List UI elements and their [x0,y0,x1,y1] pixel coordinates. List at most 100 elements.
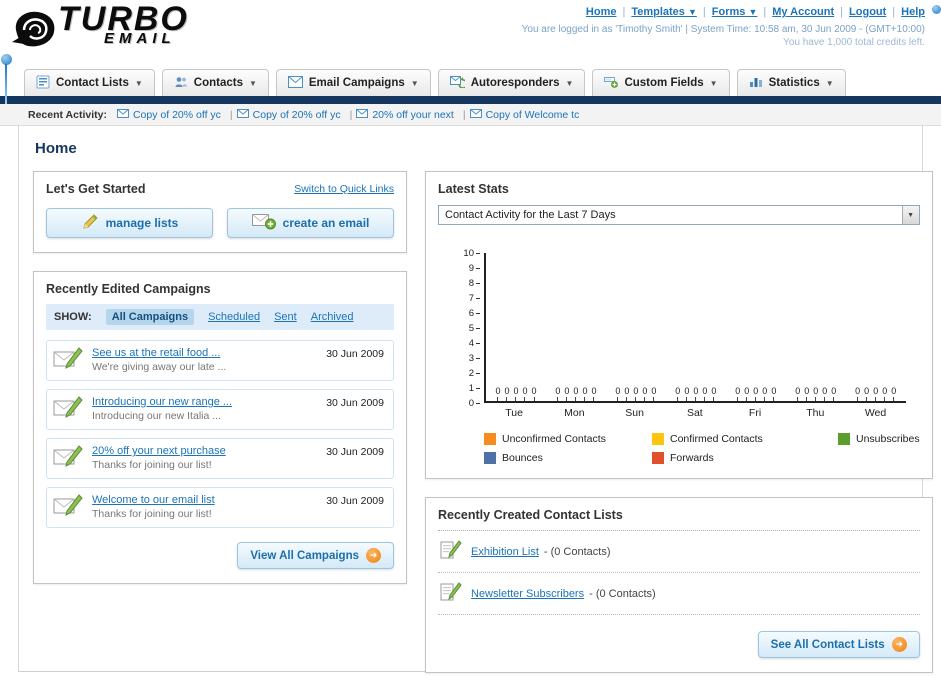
recent-activity-label: Recent Activity: [28,108,107,121]
nav-divider-bar [0,96,941,104]
contact-list-item[interactable]: Exhibition List - (0 Contacts) [438,531,920,573]
envelope-icon [356,108,369,121]
campaign-row[interactable]: 20% off your next purchase Thanks for jo… [46,438,394,479]
campaign-row[interactable]: Introducing our new range ... Introducin… [46,389,394,430]
chart-value: 0 [582,386,587,401]
recent-activity-item[interactable]: 20% off your next [356,108,465,121]
y-tick-label: 9 [469,263,480,274]
link-templates[interactable]: Templates ▼ [616,6,697,18]
legend-confirmed-contacts: Confirmed Contacts [652,433,838,445]
y-tick-label: 0 [469,398,480,409]
list-edit-icon [440,581,462,606]
link-my-account[interactable]: My Account [757,6,834,18]
envelope-plus-icon [251,213,276,233]
campaign-edit-icon [53,396,83,423]
chart-value: 0 [771,386,776,401]
create-email-button[interactable]: create an email [227,208,394,238]
chart-value: 0 [615,386,620,401]
campaigns-title: Recently Edited Campaigns [46,282,211,296]
link-home[interactable]: Home [586,6,617,18]
campaign-title-link[interactable]: 20% off your next purchase [92,445,226,457]
tab-label: Contact Lists [56,77,129,89]
latest-stats-panel: Latest Stats Contact Activity for the La… [425,171,933,479]
see-all-contact-lists-button[interactable]: See All Contact Lists ➜ [757,631,920,658]
forward-arrow-icon: ➜ [891,637,907,652]
campaign-date: 30 Jun 2009 [326,348,384,360]
tab-custom-fields[interactable]: Custom Fields ▼ [592,69,730,96]
tab-statistics[interactable]: Statistics ▼ [736,69,846,96]
chart-value: 0 [753,386,758,401]
campaign-row[interactable]: See us at the retail food ... We're givi… [46,340,394,381]
x-tick-label: Mon [564,407,585,419]
envelope-icon [116,108,129,121]
chart-value: 0 [591,386,596,401]
chart-value: 0 [684,386,689,401]
contact-list-item[interactable]: Newsletter Subscribers - (0 Contacts) [438,573,920,615]
chart-value: 0 [513,386,518,401]
recent-activity-item[interactable]: Copy of 20% off yc [236,108,353,121]
chart-value: 0 [882,386,887,401]
switch-quick-links-link[interactable]: Switch to Quick Links [294,183,394,195]
legend-unsubscribes: Unsubscribes [838,433,920,445]
chart-value: 0 [495,386,500,401]
y-tick-label: 5 [469,323,480,334]
chart-value: 0 [633,386,638,401]
filter-sent[interactable]: Sent [274,311,297,323]
campaign-edit-icon [53,494,83,521]
x-tick-label: Wed [864,407,887,419]
manage-lists-button[interactable]: manage lists [46,208,213,238]
view-all-campaigns-button[interactable]: View All Campaigns ➜ [237,542,394,569]
legend-label: Unsubscribes [856,433,920,445]
chevron-down-icon: ▼ [709,78,718,88]
chart-value: 0 [762,386,767,401]
stats-period-select[interactable]: Contact Activity for the Last 7 Days ▼ [438,205,920,225]
chart-value: 0 [813,386,818,401]
filter-all-campaigns[interactable]: All Campaigns [105,309,195,325]
contact-list-link[interactable]: Newsletter Subscribers [471,588,584,600]
campaign-date: 30 Jun 2009 [326,397,384,409]
campaign-row[interactable]: Welcome to our email list Thanks for joi… [46,487,394,528]
campaign-subtitle: Introducing our new Italia ... [92,410,221,422]
logo-text: TURBO EMAIL [58,2,189,47]
chart-value: 0 [642,386,647,401]
recently-created-contact-lists-panel: Recently Created Contact Lists Exhibitio… [425,497,933,673]
chart-value: 0 [795,386,800,401]
chart-value: 0 [855,386,860,401]
filter-archived[interactable]: Archived [311,311,354,323]
contacts-icon [174,75,188,92]
tab-label: Email Campaigns [308,77,405,89]
tab-contacts[interactable]: Contacts ▼ [161,69,269,96]
campaign-title-link[interactable]: See us at the retail food ... [92,347,226,359]
link-forms[interactable]: Forms ▼ [697,6,758,18]
pencil-icon [81,213,99,234]
campaign-title-link[interactable]: Introducing our new range ... [92,396,232,408]
chevron-down-icon: ▼ [248,78,257,88]
campaign-title-link[interactable]: Welcome to our email list [92,494,215,506]
get-started-title: Let's Get Started [46,182,146,196]
corner-dot-decoration [932,5,941,14]
autoresponders-icon [449,75,468,91]
contact-list-detail: - (0 Contacts) [543,545,611,558]
link-logout[interactable]: Logout [834,6,886,18]
recent-activity-item[interactable]: Copy of 20% off yc [116,108,233,121]
legend-bounces: Bounces [484,452,652,464]
y-tick-label: 2 [469,368,480,379]
legend-label: Bounces [502,452,543,464]
chart-plot-area: 00000000000000000000000000000000000 [484,253,906,403]
tab-autoresponders[interactable]: Autoresponders ▼ [437,69,586,96]
stats-period-value: Contact Activity for the Last 7 Days [445,209,616,221]
envelope-icon [236,108,249,121]
chart-value-group: 00000 [786,386,846,401]
recent-activity-item[interactable]: Copy of Welcome tc [469,108,579,121]
tab-label: Statistics [768,77,820,89]
tab-contact-lists[interactable]: Contact Lists ▼ [24,69,155,96]
filter-scheduled[interactable]: Scheduled [208,311,260,323]
view-all-campaigns-label: View All Campaigns [250,549,359,562]
link-help[interactable]: Help [886,6,925,18]
chart-value: 0 [831,386,836,401]
contact-list-link[interactable]: Exhibition List [471,546,539,558]
tab-label: Custom Fields [624,77,704,89]
chart-value: 0 [651,386,656,401]
recent-activity-bar: Recent Activity: Copy of 20% off yc Copy… [0,104,941,126]
tab-email-campaigns[interactable]: Email Campaigns ▼ [275,69,431,96]
